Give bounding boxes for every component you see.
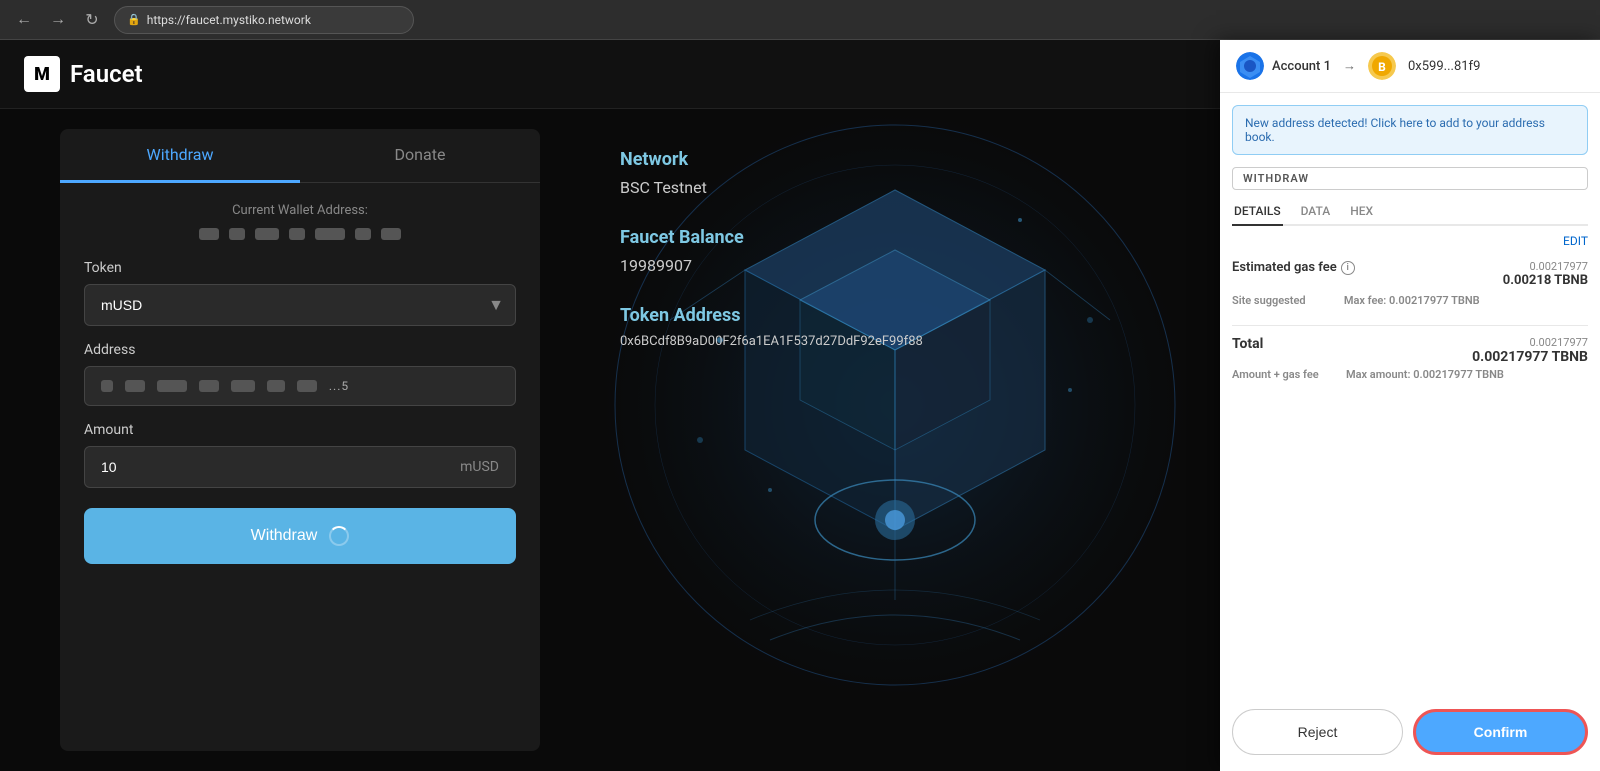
metamask-popup: Account 1 → B 0x599...81f9 New address d…	[1220, 40, 1600, 771]
mm-confirm-button[interactable]: Confirm	[1413, 709, 1588, 755]
addr-blur-2	[125, 380, 145, 392]
mm-account-name: Account 1	[1272, 59, 1331, 74]
svg-text:B: B	[1378, 60, 1386, 74]
amount-unit: mUSD	[460, 459, 499, 475]
mm-fee-values: 0.00217977 0.00218 TBNB	[1503, 260, 1588, 288]
addr-blur-1	[101, 380, 113, 392]
wallet-address-label: Current Wallet Address:	[84, 203, 516, 218]
url-text: https://faucet.mystiko.network	[147, 13, 311, 27]
logo-text: Faucet	[70, 60, 143, 88]
mm-tab-hex[interactable]: HEX	[1348, 198, 1375, 226]
url-bar[interactable]: 🔒 https://faucet.mystiko.network	[114, 6, 414, 34]
tab-bar: Withdraw Donate	[60, 129, 540, 183]
withdraw-button[interactable]: Withdraw	[84, 508, 516, 564]
amount-label: Amount	[84, 422, 516, 438]
mm-fox-avatar	[1236, 52, 1264, 80]
address-blur-1	[199, 228, 219, 240]
refresh-button[interactable]: ↻	[80, 8, 104, 32]
forward-button[interactable]: →	[46, 8, 70, 32]
mm-divider	[1232, 325, 1588, 326]
token-label: Token	[84, 260, 516, 276]
mm-sub-tabs: DETAILS DATA HEX	[1232, 198, 1588, 226]
mm-fee-small: 0.00217977	[1503, 260, 1588, 273]
mm-total-values: 0.00217977 0.00217977 TBNB	[1472, 336, 1588, 365]
wallet-address-display	[84, 226, 516, 240]
amount-input[interactable]	[101, 459, 460, 475]
addr-blur-7	[297, 380, 317, 392]
mm-total-label: Total	[1232, 336, 1263, 352]
token-select[interactable]: mUSD	[84, 284, 516, 326]
addr-suffix: ...5	[329, 379, 349, 393]
address-blur-5	[315, 228, 345, 240]
mm-total-main: 0.00217977 TBNB	[1472, 349, 1588, 365]
address-blur-4	[289, 228, 305, 240]
address-blur-3	[255, 228, 279, 240]
mm-fee-row: Estimated gas fee i 0.00217977 0.00218 T…	[1232, 260, 1588, 288]
addr-blur-4	[199, 380, 219, 392]
form-panel: Withdraw Donate Current Wallet Address:	[60, 129, 540, 751]
back-button[interactable]: ←	[12, 8, 36, 32]
mm-tab-details[interactable]: DETAILS	[1232, 198, 1283, 226]
mm-edit-link[interactable]: EDIT	[1220, 226, 1600, 252]
address-blur-6	[355, 228, 371, 240]
addr-blur-6	[267, 380, 285, 392]
addr-blur-5	[231, 380, 255, 392]
mm-alert[interactable]: New address detected! Click here to add …	[1232, 105, 1588, 155]
mm-coin-avatar: B	[1368, 52, 1396, 80]
mm-fee-main: 0.00218 TBNB	[1503, 273, 1588, 288]
mm-site-suggested: Site suggested Max fee: 0.00217977 TBNB	[1232, 294, 1588, 307]
mm-arrow-icon: →	[1343, 58, 1356, 74]
mm-info-icon[interactable]: i	[1341, 261, 1355, 275]
mm-amount-gas-row: Amount + gas fee Max amount: 0.00217977 …	[1220, 365, 1600, 384]
mm-address-short: 0x599...81f9	[1408, 59, 1480, 74]
withdraw-btn-label: Withdraw	[251, 527, 318, 545]
browser-chrome: ← → ↻ 🔒 https://faucet.mystiko.network	[0, 0, 1600, 40]
mm-total-small: 0.00217977	[1472, 336, 1588, 349]
tab-donate[interactable]: Donate	[300, 129, 540, 183]
mm-header: Account 1 → B 0x599...81f9	[1220, 40, 1600, 93]
addr-blur-3	[157, 380, 187, 392]
lock-icon: 🔒	[127, 13, 141, 26]
mm-reject-button[interactable]: Reject	[1232, 709, 1403, 755]
address-blur-7	[381, 228, 401, 240]
mm-fee-label: Estimated gas fee i	[1232, 260, 1355, 275]
mm-total-row: Total 0.00217977 0.00217977 TBNB	[1220, 336, 1600, 365]
loading-spinner	[329, 526, 349, 546]
mm-amount-gas-label: Amount + gas fee Max amount: 0.00217977 …	[1232, 368, 1504, 381]
address-field: ...5	[84, 366, 516, 406]
form-content: Current Wallet Address: Token	[60, 183, 540, 584]
token-select-wrapper: mUSD ▼	[84, 284, 516, 326]
mm-withdraw-badge: WITHDRAW	[1232, 167, 1588, 190]
address-label: Address	[84, 342, 516, 358]
mm-gas-details: Estimated gas fee i 0.00217977 0.00218 T…	[1220, 252, 1600, 315]
amount-input-wrapper: mUSD	[84, 446, 516, 488]
mm-actions: Reject Confirm	[1220, 693, 1600, 771]
main-content: M Faucet	[0, 40, 1600, 771]
amount-section: Amount mUSD	[84, 422, 516, 488]
address-blur-2	[229, 228, 245, 240]
logo-icon: M	[24, 56, 60, 92]
mm-tab-data[interactable]: DATA	[1299, 198, 1333, 226]
tab-withdraw[interactable]: Withdraw	[60, 129, 300, 183]
